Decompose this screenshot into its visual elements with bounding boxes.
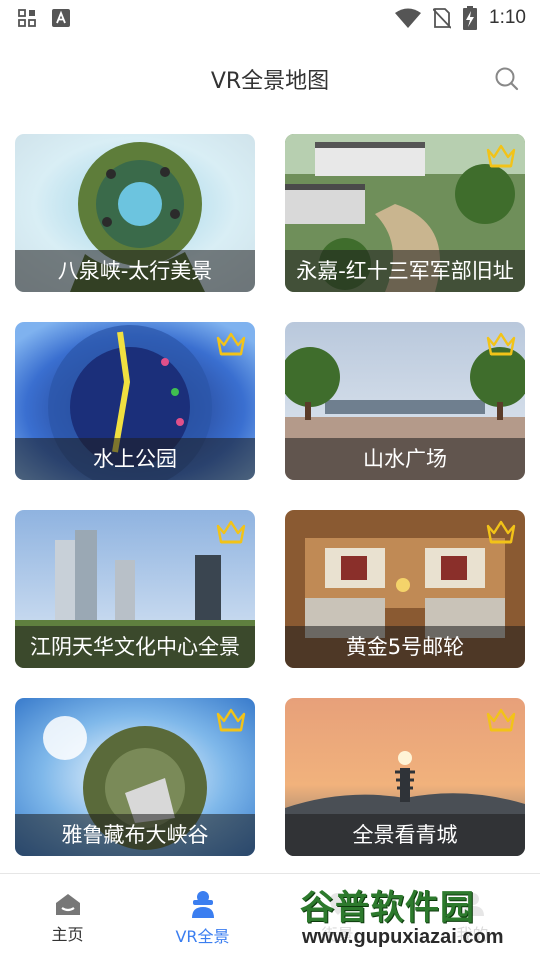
card-caption: 水上公园 — [15, 438, 255, 480]
tab-home[interactable]: 主页 — [0, 874, 135, 960]
status-time: 1:10 — [489, 7, 526, 28]
card-caption: 雅鲁藏布大峡谷 — [15, 814, 255, 856]
page-title: VR全景地图 — [210, 69, 330, 94]
card-caption: 八泉峡-太行美景 — [15, 250, 255, 292]
status-bar: 1:10 — [0, 0, 540, 36]
panorama-card[interactable]: 山水广场 — [285, 322, 525, 480]
panorama-card[interactable]: 八泉峡-太行美景 — [15, 134, 255, 292]
panorama-card[interactable]: 雅鲁藏布大峡谷 — [15, 698, 255, 856]
crown-icon — [486, 332, 516, 356]
card-caption: 永嘉-红十三军军部旧址 — [285, 250, 525, 292]
card-caption: 黄金5号邮轮 — [285, 626, 525, 668]
tab-label: 主页 — [51, 924, 84, 944]
vr-person-icon — [191, 890, 214, 918]
app-a-icon — [52, 9, 70, 27]
crown-icon — [216, 708, 246, 732]
panorama-card[interactable]: 全景看青城 — [285, 698, 525, 856]
app-header: VR全景地图 — [0, 36, 540, 122]
watermark-logo: 谷普软件园 www.gupuxiazai.com — [296, 874, 540, 960]
no-sim-icon — [433, 8, 452, 29]
crown-icon — [486, 144, 516, 168]
grid-apps-icon — [18, 9, 36, 27]
search-icon[interactable] — [494, 66, 520, 92]
crown-icon — [486, 708, 516, 732]
crown-icon — [216, 520, 246, 544]
panorama-card[interactable]: 永嘉-红十三军军部旧址 — [285, 134, 525, 292]
tab-vr[interactable]: VR全景 — [135, 874, 270, 960]
card-caption: 山水广场 — [285, 438, 525, 480]
panorama-grid: 八泉峡-太行美景 永嘉-红十三军军部旧址 水上公园 山水广场 江阴天华文化中心全… — [15, 134, 525, 856]
home-icon — [55, 893, 80, 915]
watermark-name: 谷普软件园 — [300, 888, 475, 928]
tab-label: VR全景 — [175, 926, 230, 946]
battery-charging-icon — [463, 6, 478, 30]
panorama-card[interactable]: 水上公园 — [15, 322, 255, 480]
panorama-card[interactable]: 黄金5号邮轮 — [285, 510, 525, 668]
wifi-icon — [395, 8, 422, 28]
crown-icon — [216, 332, 246, 356]
card-caption: 江阴天华文化中心全景 — [15, 626, 255, 668]
card-caption: 全景看青城 — [285, 814, 525, 856]
crown-icon — [486, 520, 516, 544]
watermark-url: www.gupuxiazai.com — [302, 926, 504, 948]
panorama-card[interactable]: 江阴天华文化中心全景 — [15, 510, 255, 668]
